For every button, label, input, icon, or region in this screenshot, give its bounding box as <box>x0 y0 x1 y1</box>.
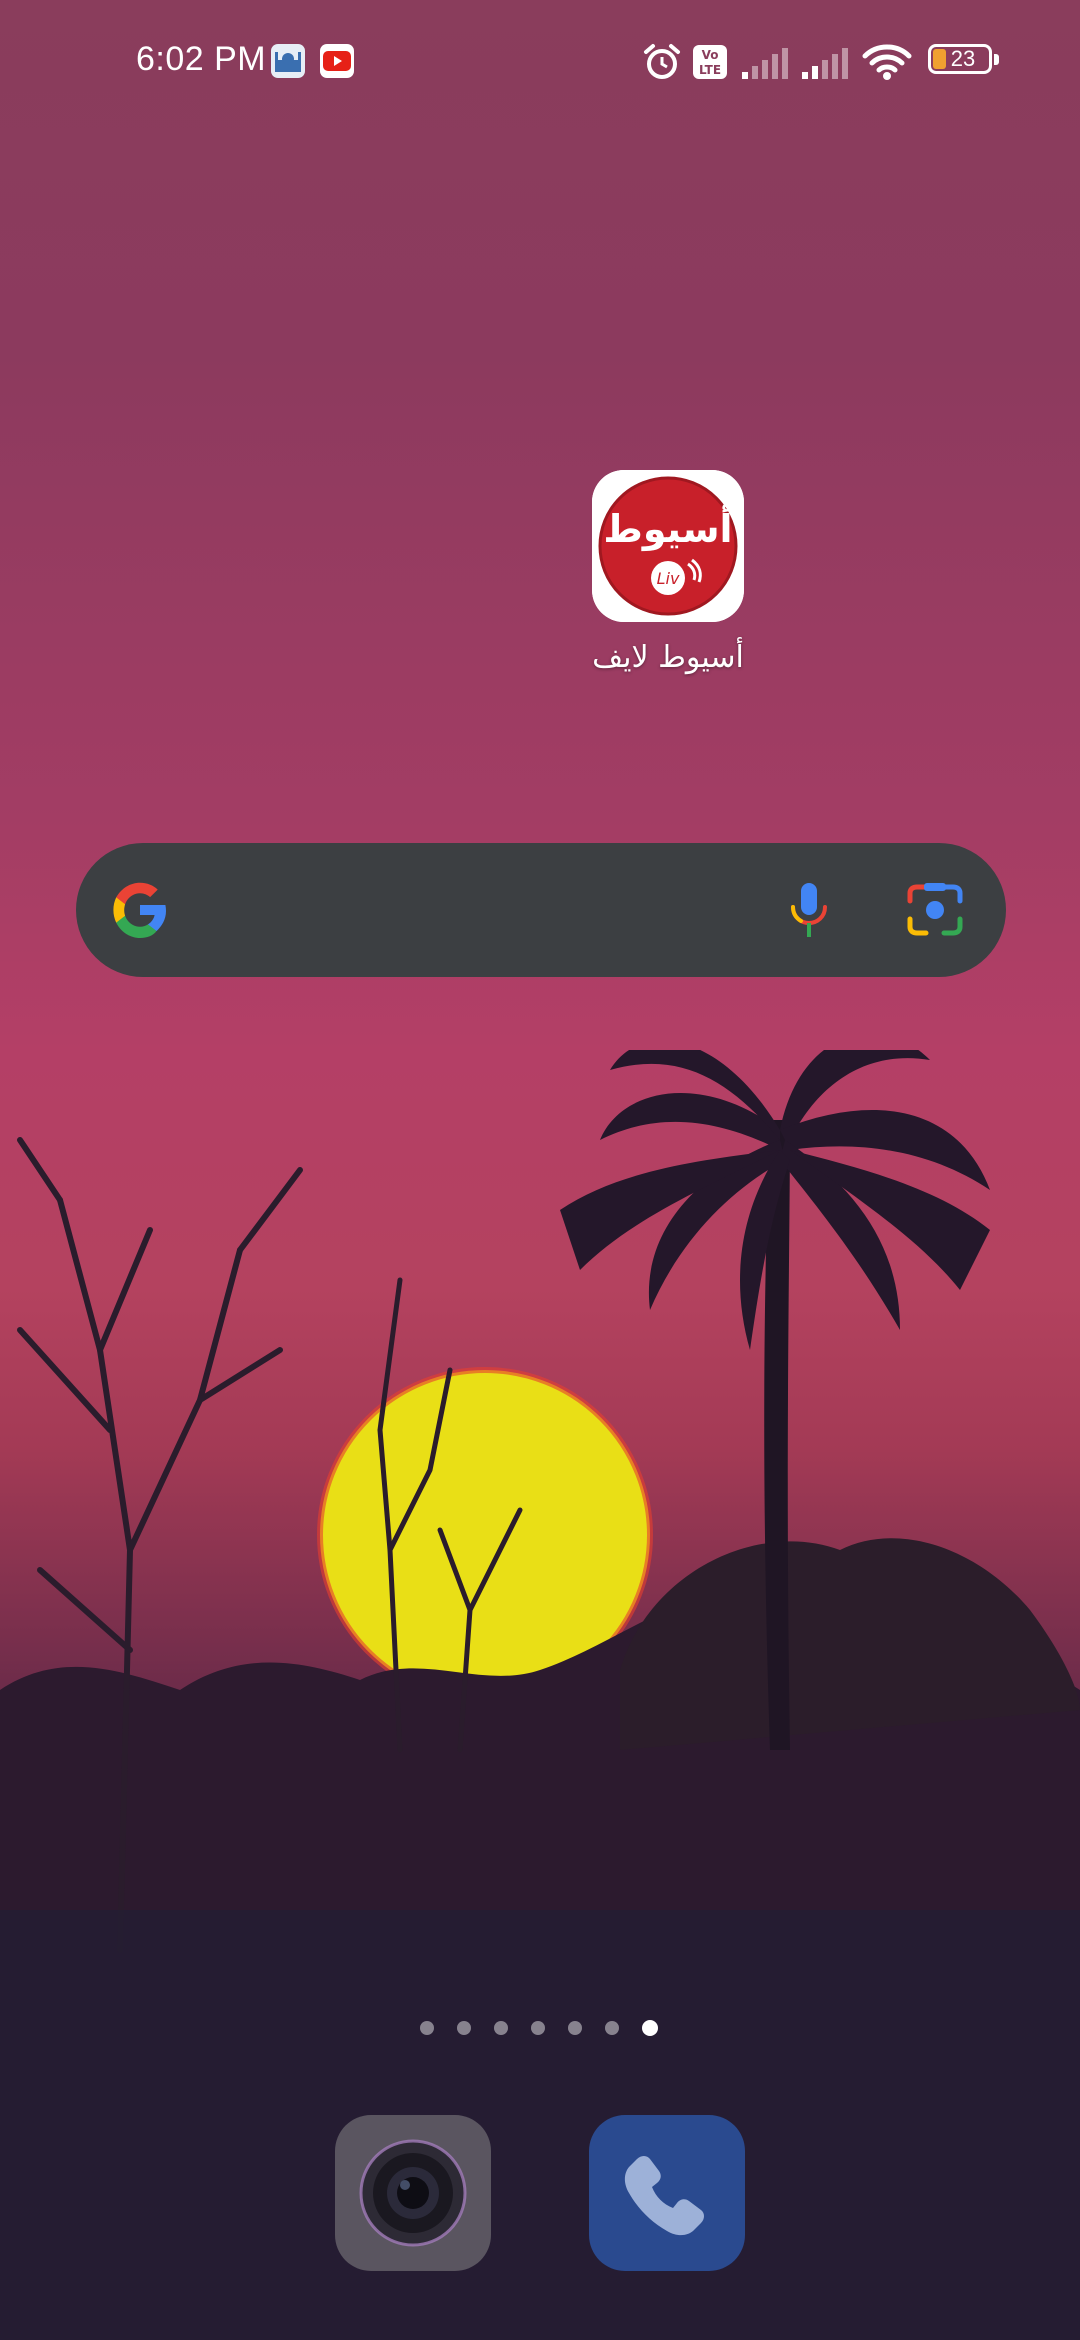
page-dot[interactable] <box>605 2021 619 2035</box>
status-bar: 6:02 PM Vo LTE 23 <box>0 0 1080 125</box>
alarm-icon <box>644 44 680 79</box>
page-indicator <box>420 2018 660 2038</box>
page-dot[interactable] <box>568 2021 582 2035</box>
google-search-bar[interactable] <box>76 843 1006 977</box>
app-icon-asyut-live[interactable]: أسيوط Liv <box>592 470 744 622</box>
status-time: 6:02 PM <box>136 40 267 78</box>
battery-icon: 23 <box>928 44 1004 80</box>
app-icon-text-top: أسيوط <box>603 504 732 551</box>
camera-icon <box>359 2139 467 2247</box>
youtube-icon <box>320 44 354 78</box>
battery-level: 23 <box>950 46 976 71</box>
volte-icon: Vo LTE <box>693 45 727 79</box>
page-dot[interactable] <box>420 2021 434 2035</box>
mic-icon[interactable] <box>776 877 842 943</box>
page-dot[interactable] <box>531 2021 545 2035</box>
svg-text:Vo: Vo <box>702 48 719 62</box>
lens-icon[interactable] <box>904 879 966 941</box>
wifi-icon <box>862 44 912 80</box>
mosque-app-icon <box>271 44 305 78</box>
app-label[interactable]: أسيوط لايف <box>560 640 776 675</box>
signal-icon <box>742 48 788 79</box>
signal-icon <box>802 48 848 79</box>
system-icons: Vo LTE 23 <box>640 40 1030 84</box>
app-icon-text-bottom: Liv <box>657 569 680 588</box>
google-g-icon[interactable] <box>108 878 172 942</box>
camera-app[interactable] <box>335 2115 491 2271</box>
wallpaper <box>0 1050 1080 2340</box>
svg-text:LTE: LTE <box>699 63 721 77</box>
phone-app[interactable] <box>589 2115 745 2271</box>
phone-icon <box>624 2156 704 2236</box>
page-dot[interactable] <box>457 2021 471 2035</box>
page-dot-active[interactable] <box>642 2020 658 2036</box>
page-dot[interactable] <box>494 2021 508 2035</box>
